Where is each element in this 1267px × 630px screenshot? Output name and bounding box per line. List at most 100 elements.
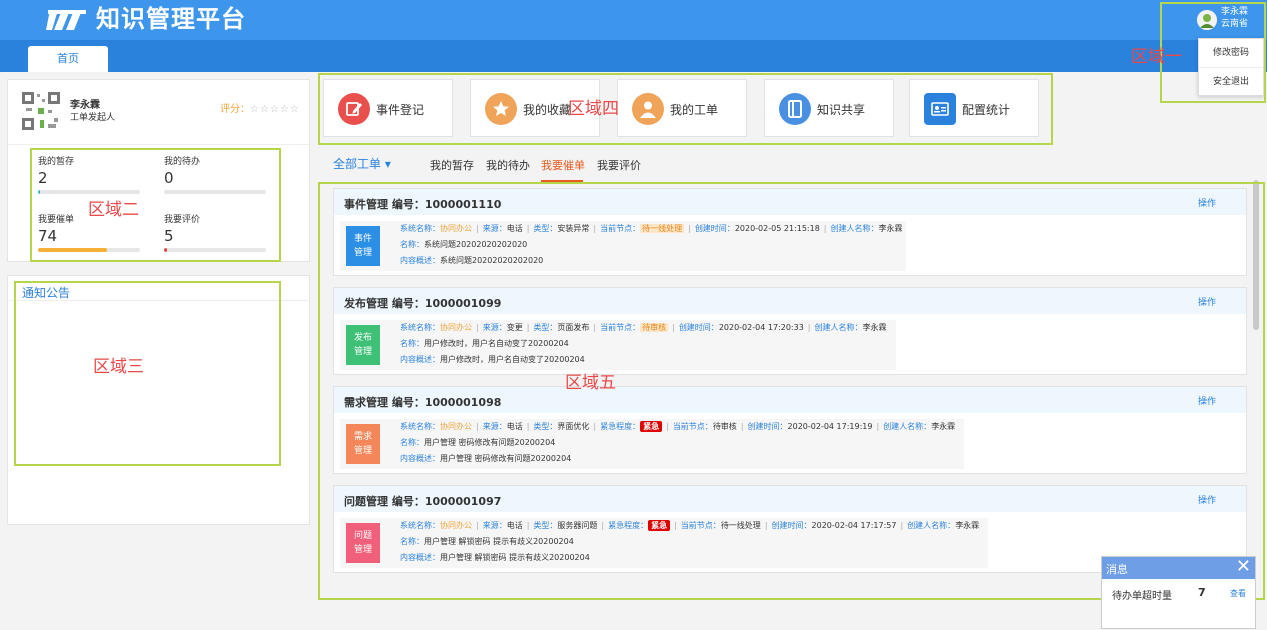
quick-action-config-stats[interactable]: 配置统计 (909, 79, 1039, 137)
avatar-icon (1197, 10, 1217, 30)
ticket-summary-line: 内容概述：用户修改时，用户名自动变了20200204 (400, 354, 585, 366)
ticket-title: 问题管理 编号：1000001097 (344, 493, 501, 509)
ticket-operation-link[interactable]: 操作 (1198, 394, 1216, 407)
urgency-badge: 紧急 (648, 520, 671, 531)
ticket-name-line: 名称：用户管理 密码修改有问题20200204 (400, 437, 555, 449)
ticket-summary: 用户管理 密码修改有问题20200204 (440, 454, 572, 463)
ticket-operation-link[interactable]: 操作 (1198, 493, 1216, 506)
ticket-header: 问题管理 编号：1000001097 操作 (334, 486, 1246, 512)
created-time: 2020-02-05 21:15:18 (734, 224, 820, 233)
system-name: 协同办公 (440, 521, 472, 530)
source-value: 变更 (506, 323, 523, 332)
ticket-category: 需求管理 (344, 396, 388, 409)
field-label: 来源： (482, 521, 507, 530)
field-label: 创建人名称： (883, 422, 932, 431)
field-label: 创建时间： (747, 422, 788, 431)
field-label: 创建时间： (678, 323, 719, 332)
ticket-meta-line: 系统名称：协同办公 | 来源：电话 | 类型：服务器问题 | 紧急程度： 紧急 | 当前节点：待一… (400, 520, 980, 531)
field-label: 紧急程度： (608, 521, 649, 530)
creator-name: 李永霖 (955, 521, 980, 530)
ticket-card: 需求管理 编号：1000001098 操作 需求 管理 系统名称：协同办公 | 来源：… (333, 386, 1247, 474)
message-title: 消息 (1106, 563, 1128, 576)
ticket-summary-line: 内容概述：系统问题20202020202020 (400, 255, 543, 267)
stat-value: 74 (38, 227, 58, 245)
active-tab-indicator (541, 180, 583, 182)
message-view-link[interactable]: 查看 (1230, 588, 1246, 599)
profile-name: 李永霖 (70, 100, 100, 111)
field-label: 创建人名称： (907, 521, 956, 530)
stat-evaluate[interactable]: 我要评价 5 (164, 214, 266, 252)
app-title: 知识管理平台 (96, 5, 246, 33)
stat-draft[interactable]: 我的暂存 2 (38, 156, 140, 194)
type-value: 界面优化 (557, 422, 590, 431)
ticket-body[interactable]: 需求 管理 系统名称：协同办公 | 来源：电话 | 类型：界面优化 | 紧急程度： 紧急 | 当前节… (340, 419, 964, 469)
tab-my-todo[interactable]: 我的待办 (486, 157, 530, 173)
ticket-category: 问题管理 (344, 495, 388, 508)
ticket-header: 事件管理 编号：1000001110 操作 (334, 189, 1246, 215)
stat-todo[interactable]: 我的待办 0 (164, 156, 266, 194)
node-value: 待一线处理 (720, 521, 761, 530)
ticket-body[interactable]: 问题 管理 系统名称：协同办公 | 来源：电话 | 类型：服务器问题 | 紧急程度： 紧急 | 当前… (340, 518, 988, 568)
profile-score: 评分：☆☆☆☆☆ (220, 100, 300, 115)
region-label-3: 区域三 (93, 357, 144, 377)
id-card-icon (924, 93, 956, 125)
ticket-meta-line: 系统名称：协同办公 | 来源：电话 | 类型：安装异常 | 当前节点： 待一线处理 | 创建时间：… (400, 224, 903, 233)
user-menu-trigger[interactable]: 李永霖 云南省 (1161, 4, 1261, 36)
ticket-summary: 用户修改时，用户名自动变了20200204 (440, 355, 585, 364)
close-icon[interactable]: ✕ (1236, 558, 1251, 576)
ticket-name: 用户修改时，用户名自动变了20200204 (424, 339, 569, 348)
quick-action-label: 知识共享 (817, 103, 866, 117)
ticket-type-tag: 问题 管理 (346, 523, 380, 563)
field-label: 内容概述： (400, 355, 440, 364)
stat-label: 我要评价 (164, 215, 201, 225)
scrollbar[interactable] (1253, 180, 1259, 330)
field-label: 来源： (482, 323, 507, 332)
ticket-operation-link[interactable]: 操作 (1198, 196, 1216, 209)
stat-value: 5 (164, 227, 174, 245)
source-value: 电话 (506, 224, 523, 233)
profile-role: 工单发起人 (70, 113, 116, 123)
source-value: 电话 (506, 422, 523, 431)
node-badge: 待审核 (640, 323, 669, 332)
notice-title[interactable]: 通知公告 (22, 284, 70, 301)
created-time: 2020-02-04 17:20:33 (718, 323, 804, 332)
tab-evaluate[interactable]: 我要评价 (597, 157, 641, 173)
field-label: 来源： (482, 422, 507, 431)
field-label: 内容概述： (400, 454, 440, 463)
logout-item[interactable]: 安全退出 (1199, 67, 1263, 95)
ticket-title: 需求管理 编号：1000001098 (344, 394, 501, 410)
ticket-type-tag: 事件 管理 (346, 226, 380, 266)
ticket-body[interactable]: 发布 管理 系统名称：协同办公 | 来源：变更 | 类型：页面发布 | 当前节点： 待审核 | 创建… (340, 320, 896, 370)
field-label: 系统名称： (400, 323, 440, 332)
profile-card: 李永霖 工单发起人 评分：☆☆☆☆☆ 我的暂存 2 我的待办 0 我要催单 74… (7, 79, 310, 262)
ticket-name: 用户管理 密码修改有问题20200204 (424, 438, 556, 447)
edit-icon (338, 93, 370, 125)
header-user-name: 李永霖 (1221, 7, 1249, 17)
creator-name: 李永霖 (878, 224, 903, 233)
quick-action-my-tickets[interactable]: 我的工单 (617, 79, 747, 137)
star-icon (485, 93, 517, 125)
ticket-card: 事件管理 编号：1000001110 操作 事件 管理 系统名称：协同办公 | 来源：… (333, 188, 1247, 276)
notice-panel: 通知公告 (7, 275, 310, 525)
stat-label: 我的暂存 (38, 157, 75, 167)
stat-value: 2 (38, 169, 48, 187)
quick-action-knowledge-share[interactable]: 知识共享 (764, 79, 894, 137)
system-name: 协同办公 (440, 323, 472, 332)
tab-my-draft[interactable]: 我的暂存 (430, 157, 474, 173)
change-password-item[interactable]: 修改密码 (1199, 39, 1263, 67)
region-label-1: 区域一 (1131, 47, 1182, 67)
field-label: 系统名称： (400, 422, 440, 431)
stat-progress-bar (38, 190, 140, 194)
filter-all-dropdown[interactable]: 全部工单 ▾ (333, 155, 391, 172)
field-label: 来源： (482, 224, 507, 233)
ticket-summary: 系统问题20202020202020 (440, 256, 544, 265)
nav-bar: 首页 (0, 40, 1267, 72)
ticket-body[interactable]: 事件 管理 系统名称：协同办公 | 来源：电话 | 类型：安装异常 | 当前节点： 待一线处理 |… (340, 221, 906, 271)
system-name: 协同办公 (440, 422, 472, 431)
ticket-operation-link[interactable]: 操作 (1198, 295, 1216, 308)
quick-action-register-event[interactable]: 事件登记 (323, 79, 453, 137)
tab-home[interactable]: 首页 (28, 46, 108, 72)
tab-urge[interactable]: 我要催单 (541, 157, 585, 173)
ticket-title: 发布管理 编号：1000001099 (344, 295, 501, 311)
urgency-badge: 紧急 (640, 421, 663, 432)
